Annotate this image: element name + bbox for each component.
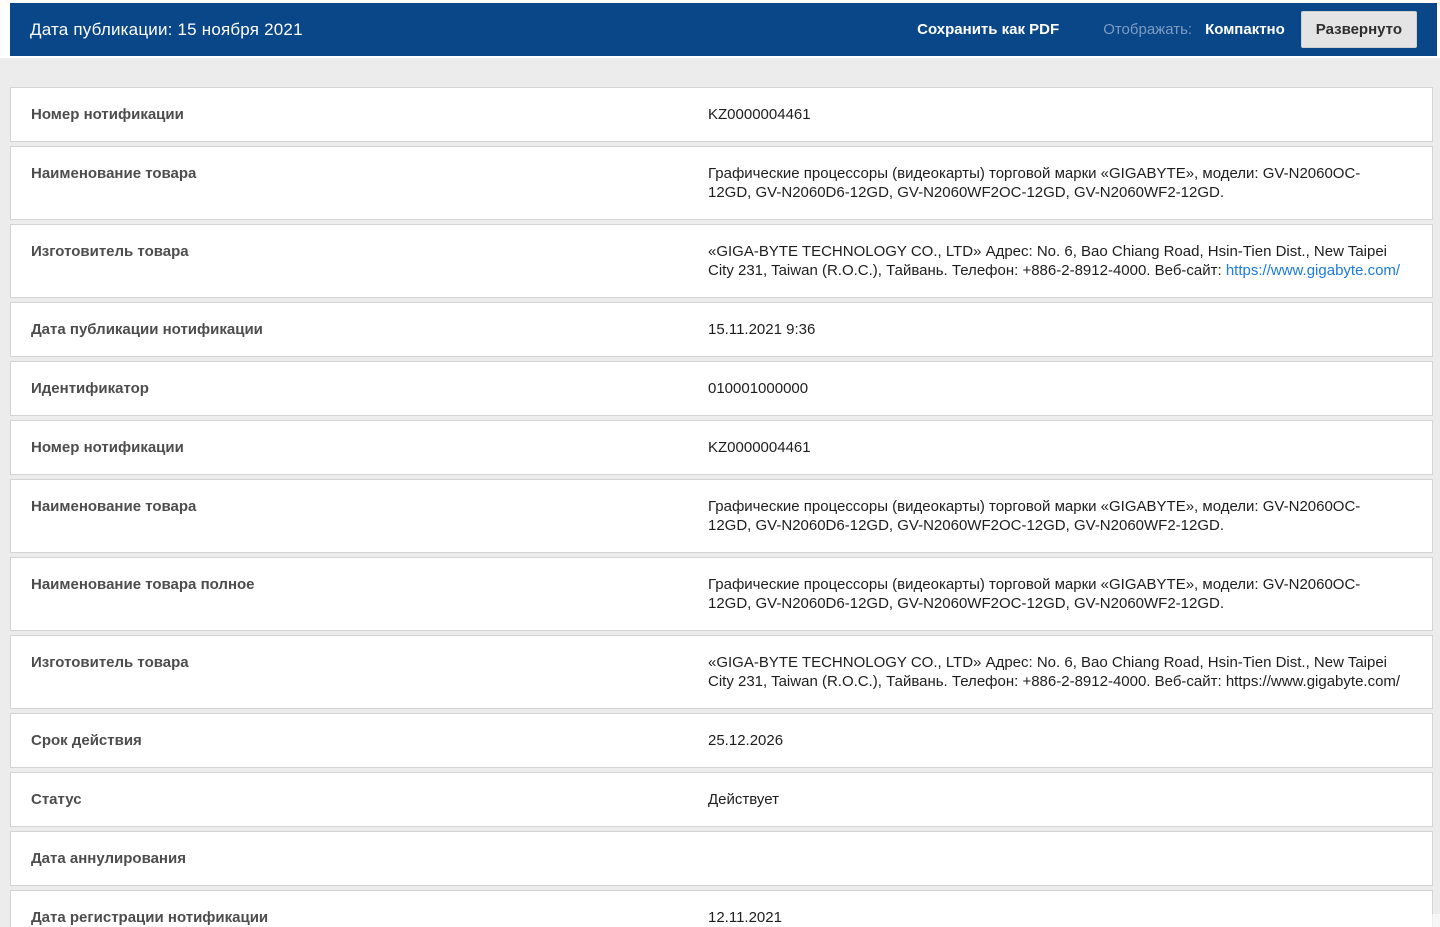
row-identifier: Идентификатор 010001000000: [10, 361, 1433, 416]
row-label: Номер нотификации: [31, 438, 708, 457]
row-label: Идентификатор: [31, 379, 708, 398]
header-bar: Дата публикации: 15 ноября 2021 Сохранит…: [10, 3, 1437, 56]
display-expanded-button[interactable]: Развернуто: [1301, 11, 1417, 48]
row-value: Графические процессоры (видеокарты) торг…: [708, 164, 1412, 202]
row-value: 25.12.2026: [708, 731, 1412, 750]
row-label: Изготовитель товара: [31, 653, 708, 691]
row-label: Наименование товара: [31, 497, 708, 535]
row-value: Графические процессоры (видеокарты) торг…: [708, 575, 1412, 613]
status-value: Действует: [708, 790, 1412, 809]
row-publication-date: Дата публикации нотификации 15.11.2021 9…: [10, 302, 1433, 357]
gigabyte-website-link[interactable]: https://www.gigabyte.com/: [1226, 262, 1400, 279]
save-pdf-button[interactable]: Сохранить как PDF: [917, 21, 1059, 38]
row-product-name-full: Наименование товара полное Графические п…: [10, 557, 1433, 631]
row-annulment-date: Дата аннулирования: [10, 831, 1433, 886]
row-label: Срок действия: [31, 731, 708, 750]
row-manufacturer-2: Изготовитель товара «GIGA-BYTE TECHNOLOG…: [10, 635, 1433, 709]
row-label: Наименование товара: [31, 164, 708, 202]
row-product-name: Наименование товара Графические процессо…: [10, 146, 1433, 220]
header-actions: Сохранить как PDF Отображать: Компактно …: [917, 11, 1417, 48]
row-status: Статус Действует: [10, 772, 1433, 827]
page-title: Дата публикации: 15 ноября 2021: [30, 20, 303, 40]
row-label: Дата регистрации нотификации: [31, 908, 708, 927]
row-label: Дата публикации нотификации: [31, 320, 708, 339]
row-value: Графические процессоры (видеокарты) торг…: [708, 497, 1412, 535]
display-mode-label: Отображать:: [1103, 21, 1192, 38]
row-notification-number-2: Номер нотификации KZ0000004461: [10, 420, 1433, 475]
row-validity-period: Срок действия 25.12.2026: [10, 713, 1433, 768]
row-label: Изготовитель товара: [31, 242, 708, 280]
row-manufacturer: Изготовитель товара «GIGA-BYTE TECHNOLOG…: [10, 224, 1433, 298]
row-product-name-2: Наименование товара Графические процессо…: [10, 479, 1433, 553]
row-value: 15.11.2021 9:36: [708, 320, 1412, 339]
row-value: KZ0000004461: [708, 438, 1412, 457]
notification-details: Номер нотификации KZ0000004461 Наименова…: [10, 87, 1433, 927]
bottom-right-overlay: [880, 914, 1440, 927]
row-label: Дата аннулирования: [31, 849, 708, 868]
display-compact-button[interactable]: Компактно: [1205, 21, 1285, 38]
row-label: Номер нотификации: [31, 105, 708, 124]
row-label: Наименование товара полное: [31, 575, 708, 613]
row-value: 010001000000: [708, 379, 1412, 398]
row-value: «GIGA-BYTE TECHNOLOGY CO., LTD» Адрес: N…: [708, 242, 1412, 280]
row-label: Статус: [31, 790, 708, 809]
row-notification-number: Номер нотификации KZ0000004461: [10, 87, 1433, 142]
row-value: KZ0000004461: [708, 105, 1412, 124]
row-value: «GIGA-BYTE TECHNOLOGY CO., LTD» Адрес: N…: [708, 653, 1412, 691]
row-value: [708, 849, 1412, 868]
